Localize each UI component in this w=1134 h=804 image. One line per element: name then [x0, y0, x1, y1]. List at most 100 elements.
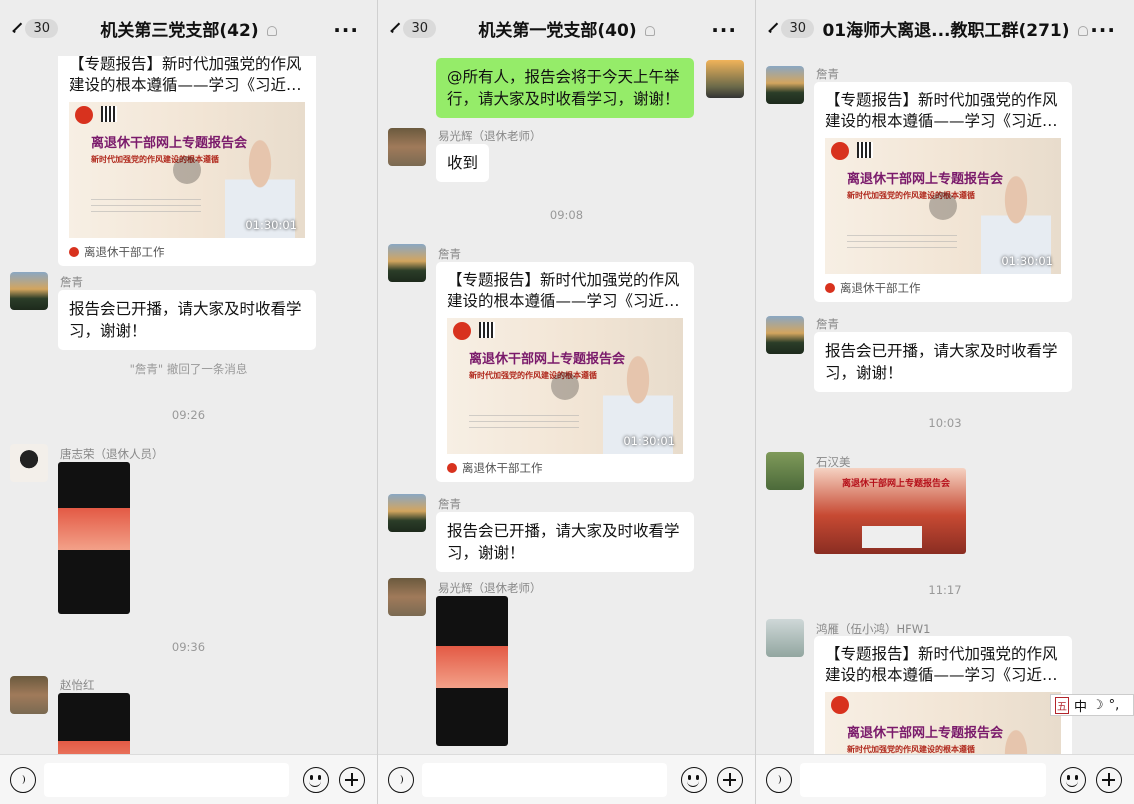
- plus-icon[interactable]: [1096, 767, 1122, 793]
- avatar[interactable]: [388, 578, 426, 616]
- video-duration: 01:30:01: [245, 218, 297, 232]
- voice-icon[interactable]: [766, 767, 792, 793]
- message-input[interactable]: [800, 763, 1046, 797]
- card-title: 【专题报告】新时代加强党的作风建设的根本遵循——学习《习近…: [69, 56, 302, 94]
- sender-name: 詹青: [816, 317, 839, 331]
- avatar[interactable]: [766, 452, 804, 490]
- message-input[interactable]: [44, 763, 289, 797]
- thumb-heading: 离退休干部网上专题报告会: [847, 172, 1004, 187]
- qr-code-icon: [857, 142, 873, 158]
- emoji-icon[interactable]: [681, 767, 707, 793]
- party-emblem-icon: [831, 696, 849, 714]
- ime-logo: 五: [1055, 696, 1069, 714]
- timestamp: 09:08: [549, 208, 584, 222]
- voice-icon[interactable]: [388, 767, 414, 793]
- message-bubble[interactable]: 报告会已开播，请大家及时收看学习，谢谢！: [58, 290, 316, 350]
- avatar[interactable]: [388, 494, 426, 532]
- chat-header: 30 机关第一党支部(40) ···: [378, 0, 755, 56]
- avatar[interactable]: [766, 619, 804, 657]
- chat-panel-2: 30 机关第一党支部(40) ··· @所有人，报告会将于今天上午举行，请大家及…: [378, 0, 756, 804]
- source-logo-icon: [69, 247, 79, 257]
- input-bar: [378, 754, 755, 804]
- sender-name: 易光辉（退休老师）: [438, 129, 542, 143]
- party-emblem-icon: [453, 322, 471, 340]
- thumb-heading: 离退休干部网上专题报告会: [469, 352, 626, 367]
- self-avatar[interactable]: [706, 60, 744, 98]
- sender-name: 詹青: [438, 497, 461, 511]
- plus-icon[interactable]: [339, 767, 365, 793]
- ime-punct[interactable]: °,: [1109, 698, 1120, 713]
- chat-panel-1: 30 机关第三党支部(42) ··· 【专题报告】新时代加强党的作风建设的根本遵…: [0, 0, 378, 804]
- card-thumbnail: 离退休干部网上专题报告会 新时代加强党的作风建设的根本遵循: [825, 692, 1061, 754]
- avatar[interactable]: [766, 316, 804, 354]
- more-menu-button[interactable]: ···: [711, 18, 737, 42]
- video-message[interactable]: [58, 462, 130, 614]
- sender-name: 唐志荣（退休人员）: [60, 447, 164, 461]
- chat-header: 30 01海师大离退...教职工群(271) ···: [756, 0, 1134, 56]
- image-heading: 离退休干部网上专题报告会: [842, 479, 951, 489]
- avatar[interactable]: [388, 244, 426, 282]
- link-card[interactable]: 【专题报告】新时代加强党的作风建设的根本遵循——学习《习近… 离退休干部网上专题…: [436, 262, 694, 482]
- source-logo-icon: [825, 283, 835, 293]
- avatar[interactable]: [766, 66, 804, 104]
- moon-icon[interactable]: ☽: [1092, 698, 1104, 713]
- avatar[interactable]: [10, 444, 48, 482]
- play-icon: [929, 192, 957, 220]
- more-menu-button[interactable]: ···: [333, 18, 359, 42]
- message-list[interactable]: 詹青 【专题报告】新时代加强党的作风建设的根本遵循——学习《习近… 离退休干部网…: [756, 56, 1134, 754]
- self-message-bubble[interactable]: @所有人，报告会将于今天上午举行，请大家及时收看学习，谢谢！: [436, 58, 694, 118]
- plus-icon[interactable]: [717, 767, 743, 793]
- thumb-heading: 离退休干部网上专题报告会: [91, 136, 248, 151]
- image-message[interactable]: 离退休干部网上专题报告会: [814, 468, 966, 554]
- ime-status-bar[interactable]: 五 中 ☽ °,: [1050, 694, 1134, 716]
- message-input[interactable]: [422, 763, 667, 797]
- emoji-icon[interactable]: [303, 767, 329, 793]
- timestamp: 11:17: [928, 583, 962, 597]
- card-thumbnail: 离退休干部网上专题报告会 新时代加强党的作风建设的根本遵循 01:30:01: [825, 138, 1061, 274]
- link-card[interactable]: 【专题报告】新时代加强党的作风建设的根本遵循——学习《习近… 离退休干部网上专题…: [814, 636, 1072, 754]
- sender-name: 詹青: [816, 67, 839, 81]
- avatar[interactable]: [388, 128, 426, 166]
- video-frame: [436, 646, 508, 688]
- link-card[interactable]: 【专题报告】新时代加强党的作风建设的根本遵循——学习《习近… 离退休干部网上专题…: [58, 56, 316, 266]
- sender-name: 鸿雁（伍小鸿）HFW1: [816, 622, 931, 636]
- timestamp: 10:03: [928, 416, 962, 430]
- chat-title: 机关第一党支部(40): [378, 16, 755, 41]
- message-list[interactable]: @所有人，报告会将于今天上午举行，请大家及时收看学习，谢谢！ 易光辉（退休老师）…: [378, 56, 755, 754]
- message-bubble[interactable]: 报告会已开播，请大家及时收看学习，谢谢！: [814, 332, 1072, 392]
- video-frame: [58, 741, 130, 754]
- timestamp: 09:26: [171, 408, 206, 422]
- link-card[interactable]: 【专题报告】新时代加强党的作风建设的根本遵循——学习《习近… 离退休干部网上专题…: [814, 82, 1072, 302]
- card-title: 【专题报告】新时代加强党的作风建设的根本遵循——学习《习近…: [447, 271, 680, 310]
- more-menu-button[interactable]: ···: [1090, 18, 1116, 42]
- speaker-photo: [981, 722, 1051, 754]
- mute-bell-icon: [644, 26, 655, 36]
- sender-name: 詹青: [60, 275, 83, 289]
- emoji-icon[interactable]: [1060, 767, 1086, 793]
- video-duration: 01:30:01: [1001, 254, 1053, 268]
- video-message[interactable]: [436, 596, 508, 746]
- message-list[interactable]: 【专题报告】新时代加强党的作风建设的根本遵循——学习《习近… 离退休干部网上专题…: [0, 56, 377, 754]
- input-bar: [0, 754, 377, 804]
- ime-lang[interactable]: 中: [1074, 696, 1087, 715]
- mute-bell-icon: [1077, 26, 1088, 36]
- sender-name: 詹青: [438, 247, 461, 261]
- card-title: 【专题报告】新时代加强党的作风建设的根本遵循——学习《习近…: [825, 645, 1058, 684]
- avatar[interactable]: [10, 676, 48, 714]
- thumb-details: [91, 194, 201, 216]
- chat-header: 30 机关第三党支部(42) ···: [0, 0, 377, 56]
- qr-code-icon: [479, 322, 495, 338]
- message-bubble[interactable]: 收到: [436, 144, 490, 182]
- chat-title: 01海师大离退...教职工群(271): [756, 16, 1134, 41]
- card-thumbnail: 离退休干部网上专题报告会 新时代加强党的作风建设的根本遵循 01:30:01: [69, 102, 305, 238]
- play-icon: [173, 156, 201, 184]
- recall-notice: "詹青" 撤回了一条消息: [129, 362, 248, 376]
- video-message[interactable]: [58, 693, 130, 754]
- qr-code-icon: [101, 106, 117, 122]
- avatar[interactable]: [10, 272, 48, 310]
- card-source: 离退休干部工作: [825, 280, 1061, 296]
- play-icon: [551, 372, 579, 400]
- voice-icon[interactable]: [10, 767, 36, 793]
- message-bubble[interactable]: 报告会已开播，请大家及时收看学习，谢谢！: [436, 512, 694, 572]
- chat-panel-3: 30 01海师大离退...教职工群(271) ··· 詹青 【专题报告】新时代加…: [756, 0, 1134, 804]
